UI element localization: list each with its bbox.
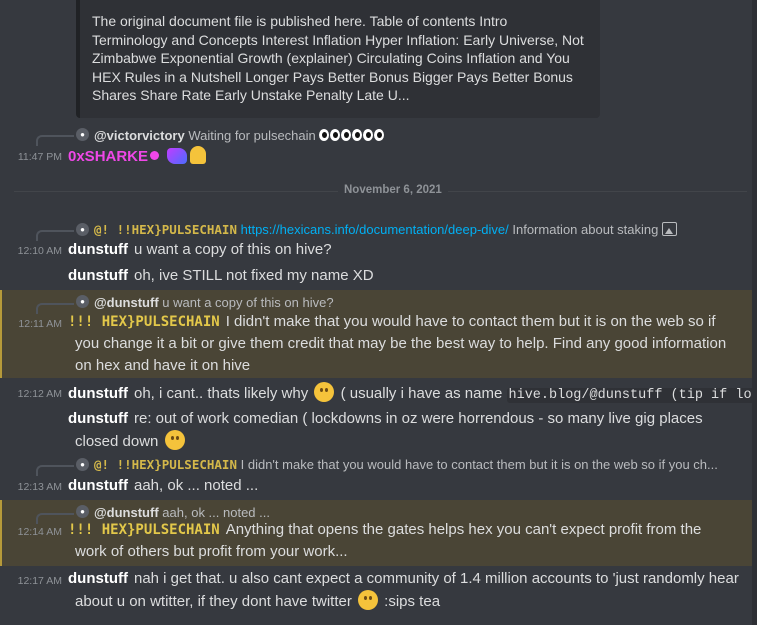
- author-name[interactable]: !!! HEX}PULSECHAIN: [68, 314, 220, 330]
- reply-connector: [36, 135, 74, 146]
- message-text-line: closed down: [75, 430, 187, 453]
- timestamp[interactable]: 12:12 AM: [0, 388, 62, 400]
- timestamp[interactable]: 12:14 AM: [0, 526, 62, 538]
- message-text: oh, ive STILL not fixed my name XD: [133, 267, 374, 284]
- message-text: u want a copy of this on hive?: [133, 241, 332, 258]
- message-text: closed down: [75, 433, 159, 450]
- reply-snippet: Waiting for pulsechain: [188, 128, 316, 143]
- reply-link[interactable]: https://hexicans.info/documentation/deep…: [241, 222, 509, 237]
- message-text: :sips tea: [384, 593, 441, 610]
- timestamp[interactable]: 12:10 AM: [0, 245, 62, 257]
- author-name[interactable]: dunstuff: [68, 410, 128, 427]
- wink-emoji: [314, 382, 335, 402]
- message-row: dunstuff aah, ok ... noted ...: [68, 475, 258, 497]
- message-text-line: about u on wtitter, if they dont have tw…: [75, 590, 440, 613]
- reply-author[interactable]: @dunstuff: [94, 505, 159, 520]
- message-text-line: on hex and have it on hive: [75, 357, 251, 374]
- reply-preview[interactable]: @dunstuff aah, ok ... noted ...: [94, 505, 270, 520]
- reply-author[interactable]: @dunstuff: [94, 295, 159, 310]
- author-name[interactable]: dunstuff: [68, 570, 128, 587]
- reply-author[interactable]: @! !!HEX}PULSECHAIN: [94, 222, 237, 237]
- author-name[interactable]: 0xSHARKE: [68, 148, 148, 165]
- inline-code: hive.blog/@dunstuff (tip if lol): [506, 388, 757, 403]
- reply-avatar[interactable]: ●: [76, 458, 89, 471]
- message-text-line: you change it a bit or give them credit …: [75, 335, 727, 352]
- reply-snippet: u want a copy of this on hive?: [162, 295, 334, 310]
- message-text-line: work of others but profit from your work…: [75, 543, 348, 560]
- message-text: ( usually i have as name: [340, 385, 503, 402]
- image-icon: [662, 222, 678, 236]
- message-text: about u on wtitter, if they dont have tw…: [75, 593, 352, 610]
- message-text: nah i get that. u also cant expect a com…: [133, 570, 739, 587]
- message-row: !!! HEX}PULSECHAIN Anything that opens th…: [68, 519, 701, 541]
- reply-snippet: Information about staking: [512, 222, 659, 237]
- message-row: dunstuff nah i get that. u also cant expe…: [68, 568, 739, 590]
- link-embed: The original document file is published …: [76, 0, 600, 118]
- reply-preview[interactable]: @victorvictory Waiting for pulsechain: [94, 128, 385, 143]
- author-name[interactable]: !!! HEX}PULSECHAIN: [68, 522, 220, 538]
- message-text: I didn't make that you would have to con…: [225, 313, 716, 330]
- message-text: re: out of work comedian ( lockdowns in …: [133, 410, 703, 427]
- author-name[interactable]: dunstuff: [68, 477, 128, 494]
- role-dot-icon: [150, 151, 160, 160]
- timestamp[interactable]: 12:11 AM: [0, 318, 62, 330]
- eyes-emoji: [319, 128, 385, 143]
- author-name[interactable]: dunstuff: [68, 241, 128, 258]
- scrollbar-track[interactable]: [752, 0, 757, 625]
- reply-preview[interactable]: @dunstuff u want a copy of this on hive?: [94, 295, 334, 310]
- reply-preview[interactable]: @! !!HEX}PULSECHAIN https://hexicans.inf…: [94, 222, 678, 237]
- frowning-emoji: [164, 430, 185, 450]
- spaceship-emoji: [167, 148, 188, 164]
- folded-hands-emoji: [190, 146, 207, 164]
- reply-avatar[interactable]: ●: [76, 223, 89, 236]
- wink-emoji: [358, 590, 378, 610]
- message-row: dunstuff u want a copy of this on hive?: [68, 239, 332, 261]
- date-divider-label: November 6, 2021: [338, 184, 448, 196]
- author-name[interactable]: dunstuff: [68, 267, 128, 284]
- timestamp[interactable]: 12:17 AM: [0, 575, 62, 587]
- message-row: dunstuff oh, i cant.. thats likely why ( …: [68, 382, 757, 407]
- embed-description: The original document file is published …: [92, 13, 584, 103]
- reply-snippet: aah, ok ... noted ...: [162, 505, 270, 520]
- reply-snippet: I didn't make that you would have to con…: [240, 457, 718, 472]
- reply-avatar[interactable]: ●: [76, 128, 89, 141]
- message-row: dunstuff oh, ive STILL not fixed my name …: [68, 265, 374, 287]
- timestamp[interactable]: 12:13 AM: [0, 481, 62, 493]
- reply-author[interactable]: @! !!HEX}PULSECHAIN: [94, 457, 237, 472]
- reply-author[interactable]: @victorvictory: [94, 128, 185, 143]
- reply-preview[interactable]: @! !!HEX}PULSECHAIN I didn't make that y…: [94, 457, 744, 472]
- message-text: oh, i cant.. thats likely why: [133, 385, 309, 402]
- reply-avatar[interactable]: ●: [76, 505, 89, 518]
- timestamp[interactable]: 11:47 PM: [0, 151, 62, 163]
- message-row: dunstuff re: out of work comedian ( lockd…: [68, 408, 703, 430]
- author-name[interactable]: dunstuff: [68, 385, 128, 402]
- message-row: !!! HEX}PULSECHAIN I didn't make that you…: [68, 311, 716, 333]
- message-text: aah, ok ... noted ...: [133, 477, 259, 494]
- message-text: Anything that opens the gates helps hex …: [225, 521, 702, 538]
- message-row: 0xSHARKE: [68, 146, 207, 168]
- reply-avatar[interactable]: ●: [76, 295, 89, 308]
